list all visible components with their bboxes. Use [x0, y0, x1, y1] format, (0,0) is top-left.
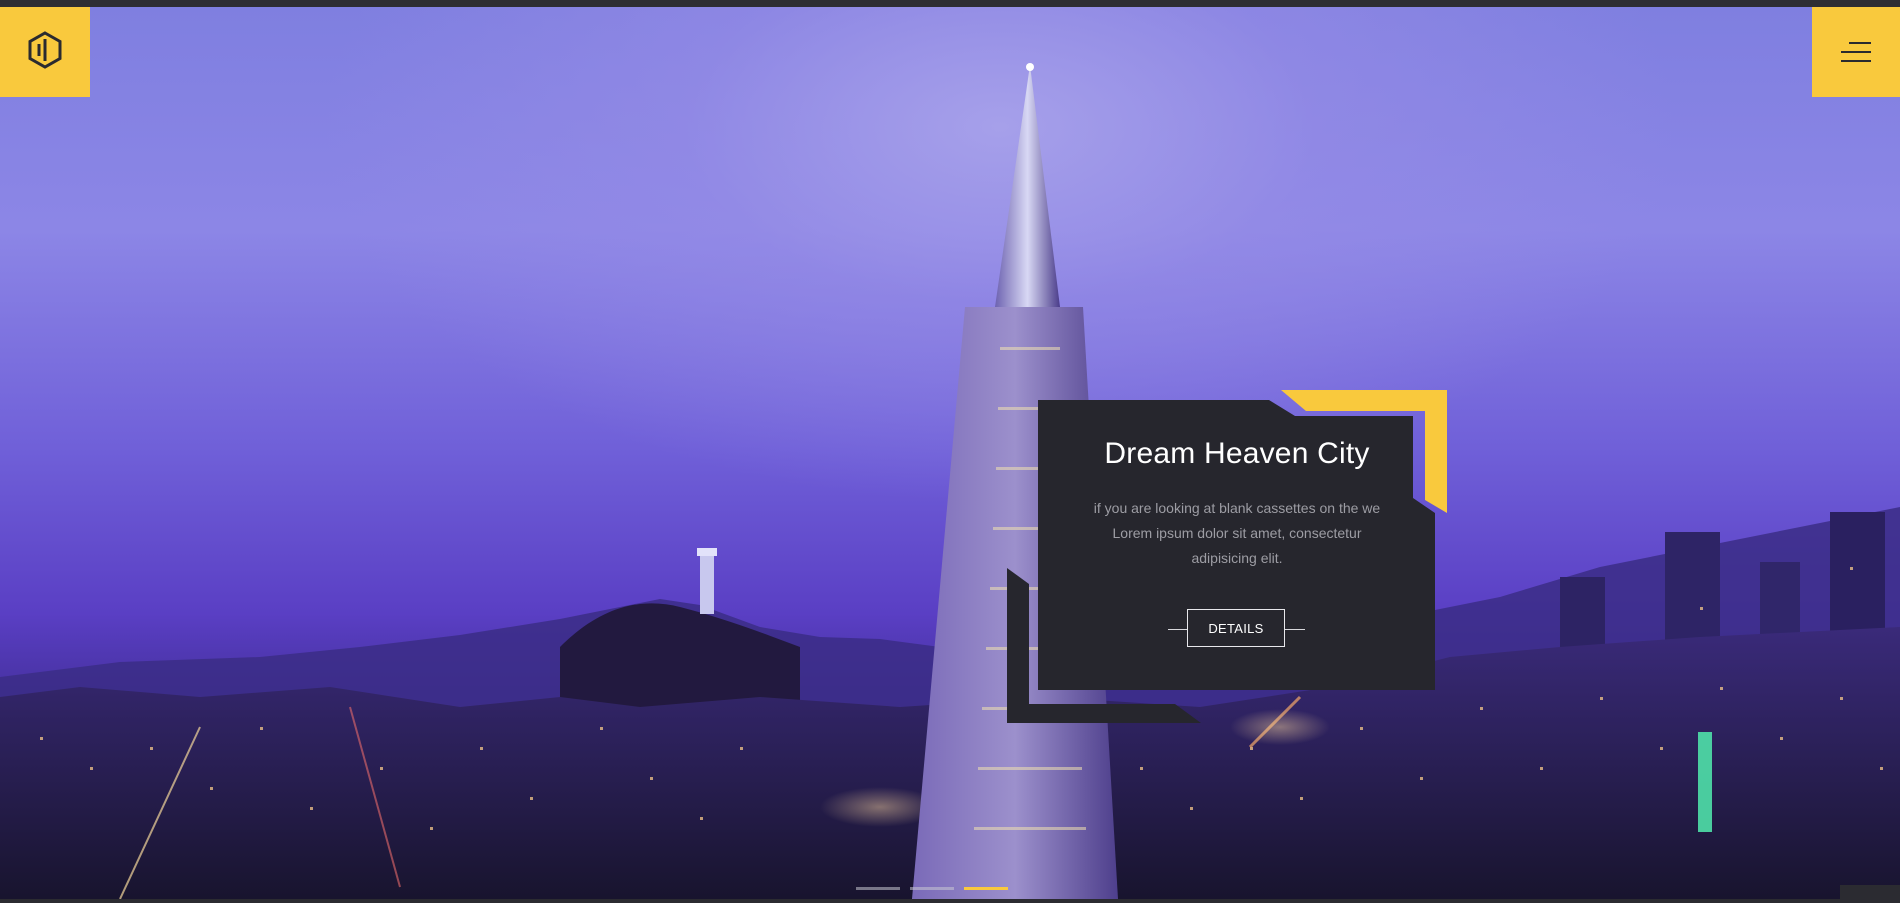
hexagon-logo-icon [27, 30, 63, 74]
hero-background-image [0, 7, 1900, 899]
city-skyline-illustration [0, 63, 1900, 899]
details-left-line [1168, 629, 1188, 630]
slide-title: Dream Heaven City [1104, 437, 1370, 470]
page: Dream Heaven City if you are looking at … [0, 0, 1900, 903]
slide-description-line: if you are looking at blank cassettes on… [1093, 500, 1381, 516]
slide-description-line: Lorem ipsum dolor sit amet, consectetur [1112, 525, 1362, 541]
hamburger-menu-icon [1841, 42, 1871, 62]
bottom-strip [0, 899, 1900, 903]
slide-description: if you are looking at blank cassettes on… [1077, 496, 1397, 571]
top-strip [0, 0, 1900, 7]
details-right-line [1285, 629, 1305, 630]
slider-dot-3[interactable] [964, 887, 1008, 890]
slider-indicators [856, 887, 1008, 890]
slider-dot-1[interactable] [856, 887, 900, 890]
slider-dot-2[interactable] [910, 887, 954, 890]
corner-scroll-block [1840, 885, 1900, 903]
logo-button[interactable] [0, 7, 90, 97]
details-button[interactable]: DETAILS [1187, 609, 1285, 647]
details-button-group: DETAILS [1168, 609, 1306, 651]
menu-button[interactable] [1812, 7, 1900, 97]
slide-description-line: adipisicing elit. [1191, 550, 1283, 566]
